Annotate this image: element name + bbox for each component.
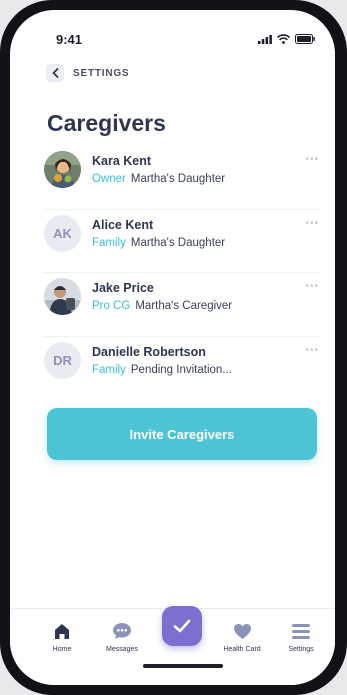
caregiver-row[interactable]: DR Danielle Robertson Family Pending Invi… xyxy=(44,337,319,401)
caregiver-row[interactable]: Kara Kent Owner Martha's Daughter ••• xyxy=(44,146,319,210)
page-title: Caregivers xyxy=(47,110,166,136)
back-button[interactable] xyxy=(46,64,64,82)
caregiver-row[interactable]: Jake Price Pro CG Martha's Caregiver ••• xyxy=(44,273,319,337)
more-options-icon[interactable]: ••• xyxy=(305,154,319,165)
tab-home[interactable]: Home xyxy=(32,621,92,653)
signal-icon xyxy=(258,34,272,44)
battery-icon xyxy=(295,34,315,44)
menu-lines-icon xyxy=(292,623,310,639)
status-time: 9:41 xyxy=(56,32,83,47)
caregiver-role: Pro CG xyxy=(92,300,131,312)
avatar-photo-image xyxy=(44,151,81,188)
caregiver-role: Owner xyxy=(92,173,126,185)
more-options-icon[interactable]: ••• xyxy=(305,281,319,292)
caregiver-relation: Martha's Daughter xyxy=(130,236,226,249)
caregiver-meta: Family Martha's Daughter xyxy=(92,237,225,249)
status-icons xyxy=(258,34,315,44)
tab-settings[interactable]: Settings xyxy=(271,621,331,653)
caregiver-row[interactable]: AK Alice Kent Family Martha's Daughter ••… xyxy=(44,210,319,273)
checkmark-icon xyxy=(173,619,191,633)
phone-frame: 9:41 SETTINGS Caregivers Kara Kent Owner… xyxy=(0,0,347,695)
caregiver-meta: Family Pending Invitation... xyxy=(92,364,232,376)
tab-health-card[interactable]: Health Card xyxy=(212,621,272,653)
tab-health-card-label: Health Card xyxy=(223,646,261,653)
caregiver-name: Danielle Robertson xyxy=(92,344,206,359)
avatar-initials: AK xyxy=(44,214,81,252)
home-icon xyxy=(55,623,69,639)
invite-caregivers-button[interactable]: Invite Caregivers xyxy=(47,408,317,460)
home-indicator xyxy=(143,664,223,668)
more-options-icon[interactable]: ••• xyxy=(305,218,319,229)
status-bar: 9:41 xyxy=(10,32,335,52)
caregiver-meta: Pro CG Martha's Caregiver xyxy=(92,300,232,312)
caregiver-name: Jake Price xyxy=(92,281,154,295)
caregiver-meta: Owner Martha's Daughter xyxy=(92,173,225,185)
bottom-tab-bar: Home Messages Health Card Settings xyxy=(10,606,335,685)
caregiver-name: Alice Kent xyxy=(92,217,154,232)
tab-messages[interactable]: Messages xyxy=(92,621,152,653)
more-options-icon[interactable]: ••• xyxy=(305,345,319,356)
app-screen: 9:41 SETTINGS Caregivers Kara Kent Owner… xyxy=(10,10,335,685)
chat-bubble-icon xyxy=(113,623,131,639)
heart-icon xyxy=(233,623,251,639)
caregiver-name: Kara Kent xyxy=(92,154,152,168)
wifi-icon xyxy=(277,34,290,44)
avatar-photo-image xyxy=(44,278,81,315)
caregiver-relation: Martha's Daughter xyxy=(130,173,226,185)
caregiver-relation: Pending Invitation... xyxy=(130,363,232,376)
tab-home-label: Home xyxy=(52,646,72,653)
caregiver-role: Family xyxy=(92,363,126,376)
tab-messages-label: Messages xyxy=(106,646,138,653)
back-label[interactable]: SETTINGS xyxy=(73,68,129,79)
avatar-photo xyxy=(44,278,81,315)
check-action-button[interactable] xyxy=(162,606,202,646)
caregiver-relation: Martha's Caregiver xyxy=(135,300,233,312)
avatar-initials: DR xyxy=(44,341,81,379)
caregiver-role: Family xyxy=(92,236,126,249)
tab-settings-label: Settings xyxy=(288,646,314,653)
caregiver-list: Kara Kent Owner Martha's Daughter ••• AK … xyxy=(44,146,319,400)
chevron-left-icon xyxy=(52,68,58,78)
back-navigation[interactable]: SETTINGS xyxy=(46,64,129,82)
avatar-photo xyxy=(44,151,81,188)
